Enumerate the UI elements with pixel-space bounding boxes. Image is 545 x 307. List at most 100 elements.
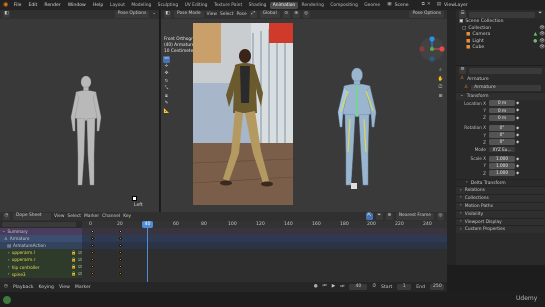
menu-channel[interactable]: Channel	[102, 214, 120, 219]
dope-sheet[interactable]: ◷ Dope Sheet View Select Marker Channel …	[0, 212, 447, 282]
keyframe[interactable]	[118, 250, 123, 255]
select-box-icon[interactable]: ▭	[163, 56, 170, 63]
menu-pose[interactable]: Pose	[237, 12, 247, 17]
tab-sculpting[interactable]: Sculpting	[154, 2, 181, 9]
editor-type-icon[interactable]: ◷	[3, 213, 10, 220]
keyframe-dot-icon[interactable]: ◆	[516, 156, 519, 161]
editor-type-icon[interactable]: ◷	[4, 284, 8, 290]
editor-type-icon[interactable]: ⚙	[459, 67, 466, 74]
visibility-eye-icon[interactable]: 👁	[539, 39, 545, 45]
location-z-field[interactable]: 0 m	[489, 114, 515, 121]
tab-geometry[interactable]: Geome	[361, 2, 383, 9]
chevron-right-icon[interactable]: ›	[8, 250, 10, 255]
frame-ruler[interactable]: 0 20 40 60 80 100 120 140 160 180 200 22…	[82, 221, 447, 228]
tab-texture-paint[interactable]: Texture Paint	[211, 2, 246, 9]
tab-rendering[interactable]: Rendering	[298, 2, 327, 9]
rotate-icon[interactable]: ↻	[163, 78, 170, 85]
keyframe-dot-icon[interactable]: ◆	[516, 140, 519, 144]
only-selected-icon[interactable]: ⇱	[365, 213, 373, 220]
menu-view[interactable]: View	[54, 214, 64, 219]
start-frame-field[interactable]: 1	[397, 283, 412, 291]
editor-type-icon[interactable]: ◧	[3, 11, 10, 18]
current-frame-indicator[interactable]: 40	[142, 221, 153, 228]
filter-icon[interactable]: ⏷	[538, 11, 542, 16]
transform-panel-header[interactable]: ⌄ Transform	[456, 92, 545, 100]
cursor-icon[interactable]: ✛	[163, 63, 170, 70]
menu-help[interactable]: Help	[89, 3, 106, 8]
keyframe[interactable]	[90, 257, 95, 262]
channel-search-input[interactable]	[2, 221, 76, 228]
scale-y-field[interactable]: 1.000	[489, 162, 515, 169]
menu-render[interactable]: Render	[41, 3, 64, 8]
channel-action[interactable]: ▤ ArmatureAction	[0, 242, 82, 250]
channel-bone[interactable]: › spine3 🔒 ☑	[0, 270, 82, 278]
editor-type-icon[interactable]: ◧	[164, 11, 171, 18]
keyframe[interactable]	[118, 264, 123, 269]
rotation-x-field[interactable]: 0°	[489, 125, 515, 131]
menu-select[interactable]: Select	[67, 214, 81, 219]
menu-keying[interactable]: Keying	[39, 285, 54, 290]
keyframe[interactable]	[90, 250, 95, 255]
collections-panel[interactable]: › Collections	[456, 194, 545, 203]
keyframe-dot-icon[interactable]: ◆	[516, 125, 519, 130]
scene-collection-row[interactable]: ▣ Scene Collection	[456, 19, 545, 26]
scale-x-field[interactable]: 1.000	[489, 155, 515, 162]
rotation-mode-dropdown[interactable]: XYZ Eu...	[489, 146, 515, 153]
rotation-z-field[interactable]: 0°	[489, 139, 515, 146]
left-viewport[interactable]: ◧ Pose Options ⌄ Left	[0, 10, 160, 212]
menu-view[interactable]: View	[207, 12, 217, 17]
menu-window[interactable]: Window	[64, 3, 89, 8]
chevron-right-icon[interactable]: ›	[8, 271, 10, 276]
tab-compositing[interactable]: Compositing	[327, 2, 361, 9]
channel-bone[interactable]: › upperarm.l 🔒 ☑	[0, 249, 82, 257]
keyframe-dot-icon[interactable]: ◆	[516, 132, 519, 137]
view-layer-name-field[interactable]: ViewLayer	[441, 3, 468, 8]
current-frame-line[interactable]	[147, 221, 148, 282]
proportional-icon[interactable]: ◎	[437, 213, 444, 220]
outliner-item[interactable]: ▢ Collection 👁	[456, 26, 545, 33]
menu-marker[interactable]: Marker	[84, 214, 99, 219]
pose-options-dropdown[interactable]: Pose Options	[409, 11, 444, 18]
visibility-eye-icon[interactable]: 👁	[539, 26, 545, 32]
lock-icon[interactable]: 🔒	[71, 264, 76, 269]
snap-icon[interactable]: ⊕	[292, 11, 300, 18]
move-icon[interactable]: ✥	[163, 71, 170, 78]
tab-uv-editing[interactable]: UV Editing	[181, 2, 210, 9]
scale-z-field[interactable]: 1.000	[489, 170, 515, 176]
keyframe-dot-icon[interactable]: ◆	[516, 163, 519, 168]
custom-properties-panel[interactable]: › Custom Properties	[456, 225, 545, 234]
menu-file[interactable]: File	[10, 3, 25, 8]
snap-mode-dropdown[interactable]: Nearest Frame	[395, 213, 434, 220]
visibility-panel[interactable]: › Visibility	[456, 209, 545, 218]
camera-view-icon[interactable]: ⎚	[437, 85, 444, 92]
outliner-search-input[interactable]	[469, 11, 536, 18]
channel-summary[interactable]: ⌄ Summary	[0, 228, 82, 236]
tab-layout[interactable]: Layout	[107, 2, 128, 9]
menu-key[interactable]: Key	[123, 214, 131, 219]
keyframe[interactable]	[118, 257, 123, 262]
delta-transform-panel[interactable]: › Delta Transform	[456, 178, 545, 187]
orientation-dropdown[interactable]: Global	[259, 11, 280, 18]
rotation-y-field[interactable]: 0°	[489, 132, 515, 139]
dope-sheet-mode-dropdown[interactable]: Dope Sheet	[13, 213, 51, 220]
delete-scene-icon[interactable]: ✕	[427, 2, 431, 8]
keyframe[interactable]	[118, 271, 123, 276]
pan-hand-icon[interactable]: ✋	[437, 76, 444, 83]
zoom-icon[interactable]: ⌕	[437, 68, 444, 75]
chevron-down-icon[interactable]: ⌄	[2, 229, 6, 233]
menu-view[interactable]: View	[59, 285, 70, 290]
channel-bone[interactable]: › upperarm.r 🔒 ☑	[0, 256, 82, 264]
proportional-icon[interactable]: ◎	[302, 11, 310, 18]
main-viewport[interactable]: ◧ Pose Mode View Select Pose ⤢ Global ⊙ …	[161, 10, 447, 212]
menu-playback[interactable]: Playback	[13, 285, 34, 290]
blender-logo-icon[interactable]: ◉	[3, 2, 8, 8]
measure-icon[interactable]: 📐	[163, 108, 170, 115]
menu-select[interactable]: Select	[220, 12, 234, 17]
mode-dropdown[interactable]: Pose Mode	[174, 11, 204, 18]
keyframe-area[interactable]: 0 20 40 60 80 100 120 140 160 180 200 22…	[82, 221, 447, 282]
new-scene-icon[interactable]: ⧉	[422, 2, 425, 8]
editor-type-icon[interactable]: ☰	[459, 11, 466, 18]
chevron-down-icon[interactable]: ⌄	[152, 11, 156, 16]
keyframe-dot-icon[interactable]: ◆	[516, 115, 519, 120]
tab-shading[interactable]: Shading	[245, 2, 269, 9]
